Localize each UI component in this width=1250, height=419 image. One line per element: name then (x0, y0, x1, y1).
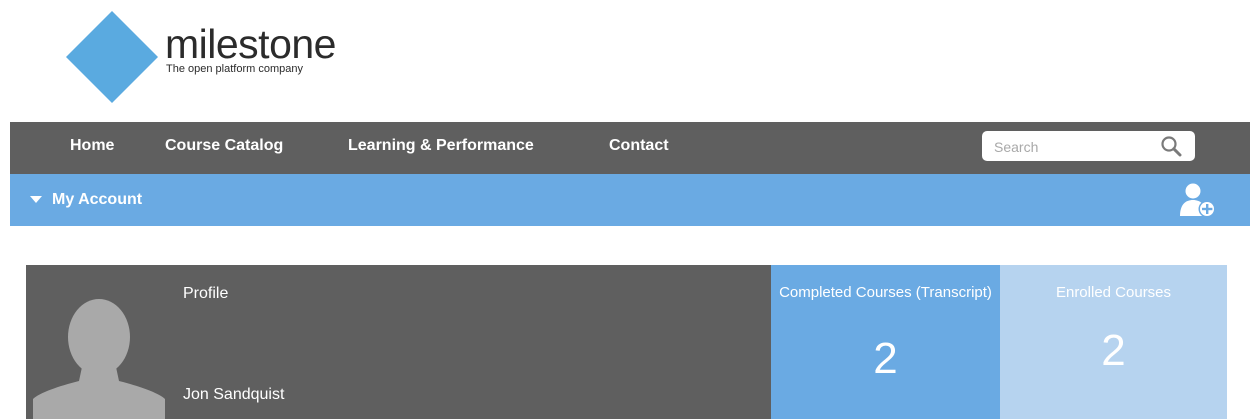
nav-item-course-catalog[interactable]: Course Catalog (165, 122, 283, 174)
enrolled-courses-tile[interactable]: Enrolled Courses 2 (1000, 265, 1227, 419)
my-account-toggle[interactable]: My Account (30, 174, 142, 226)
search-icon[interactable] (1160, 135, 1182, 157)
diamond-logo-icon (66, 11, 158, 103)
my-account-bar: My Account (10, 174, 1250, 226)
profile-card: Profile Jon Sandquist (26, 265, 771, 419)
nav-item-home[interactable]: Home (70, 122, 114, 174)
user-silhouette-icon (33, 299, 165, 419)
enrolled-courses-label: Enrolled Courses (1055, 284, 1172, 301)
completed-courses-tile[interactable]: Completed Courses (Transcript) 2 (771, 265, 1000, 419)
search-input[interactable] (992, 135, 1146, 159)
caret-down-icon (30, 196, 42, 203)
brand-name: milestone (165, 21, 336, 67)
completed-courses-count: 2 (873, 334, 898, 383)
enrolled-courses-count: 2 (1101, 326, 1126, 375)
brand-tagline: The open platform company (166, 63, 303, 75)
search-box (982, 131, 1195, 161)
brand-logo[interactable]: milestone The open platform company (66, 11, 366, 103)
add-user-icon[interactable] (1178, 182, 1218, 220)
completed-courses-label: Completed Courses (Transcript) (779, 284, 992, 301)
profile-title[interactable]: Profile (183, 285, 228, 303)
my-account-label: My Account (52, 191, 143, 208)
nav-item-learning-performance[interactable]: Learning & Performance (348, 122, 534, 174)
profile-name: Jon Sandquist (183, 386, 285, 403)
main-navigation: Home Course Catalog Learning & Performan… (10, 122, 1250, 174)
nav-item-contact[interactable]: Contact (609, 122, 669, 174)
